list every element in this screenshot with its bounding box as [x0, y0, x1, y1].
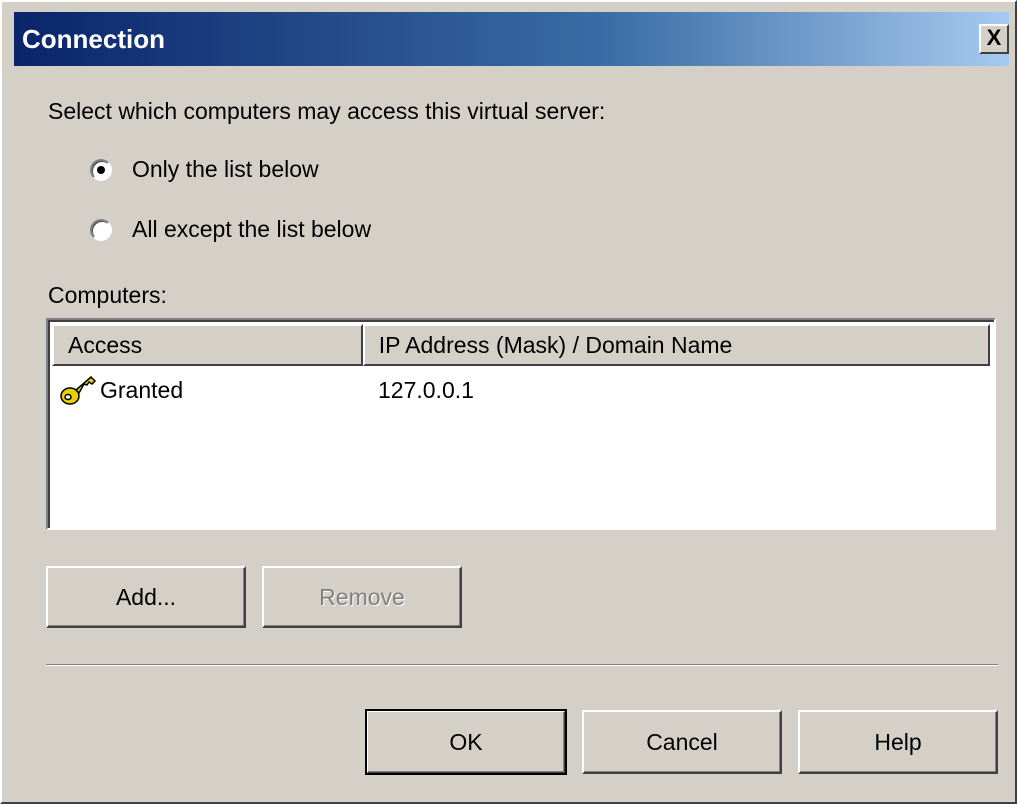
- key-icon: [58, 372, 98, 408]
- radio-only-list-label[interactable]: Only the list below: [132, 156, 319, 183]
- close-icon: X: [986, 25, 1002, 50]
- column-header-ip-address[interactable]: IP Address (Mask) / Domain Name: [362, 324, 990, 366]
- dialog-title: Connection: [22, 24, 165, 54]
- add-button[interactable]: Add...: [46, 566, 246, 628]
- help-button[interactable]: Help: [798, 710, 998, 774]
- radio-all-except[interactable]: All except the list below: [90, 216, 371, 243]
- ok-button[interactable]: OK: [365, 709, 567, 775]
- cancel-button[interactable]: Cancel: [582, 710, 782, 774]
- computers-list[interactable]: Access IP Address (Mask) / Domain Name G…: [46, 318, 996, 530]
- radio-all-except-label[interactable]: All except the list below: [132, 216, 371, 243]
- separator: [46, 664, 998, 666]
- computers-label: Computers:: [48, 282, 167, 308]
- radio-dot: [97, 165, 105, 174]
- access-prompt: Select which computers may access this v…: [48, 98, 606, 124]
- title-bar[interactable]: Connection X: [14, 12, 1009, 66]
- access-cell: Granted: [52, 372, 364, 408]
- radio-button-selected[interactable]: [90, 158, 112, 181]
- ip-address-value: 127.0.0.1: [378, 376, 474, 403]
- radio-only-list[interactable]: Only the list below: [90, 156, 319, 183]
- radio-button-unselected[interactable]: [90, 218, 112, 241]
- list-row[interactable]: Granted 127.0.0.1: [52, 372, 474, 408]
- connection-dialog: Connection X Select which computers may …: [0, 0, 1017, 804]
- list-header: Access IP Address (Mask) / Domain Name: [52, 324, 990, 366]
- close-button[interactable]: X: [979, 24, 1009, 54]
- access-value: Granted: [100, 376, 184, 403]
- remove-button[interactable]: Remove: [262, 566, 462, 628]
- column-header-access[interactable]: Access: [52, 324, 363, 366]
